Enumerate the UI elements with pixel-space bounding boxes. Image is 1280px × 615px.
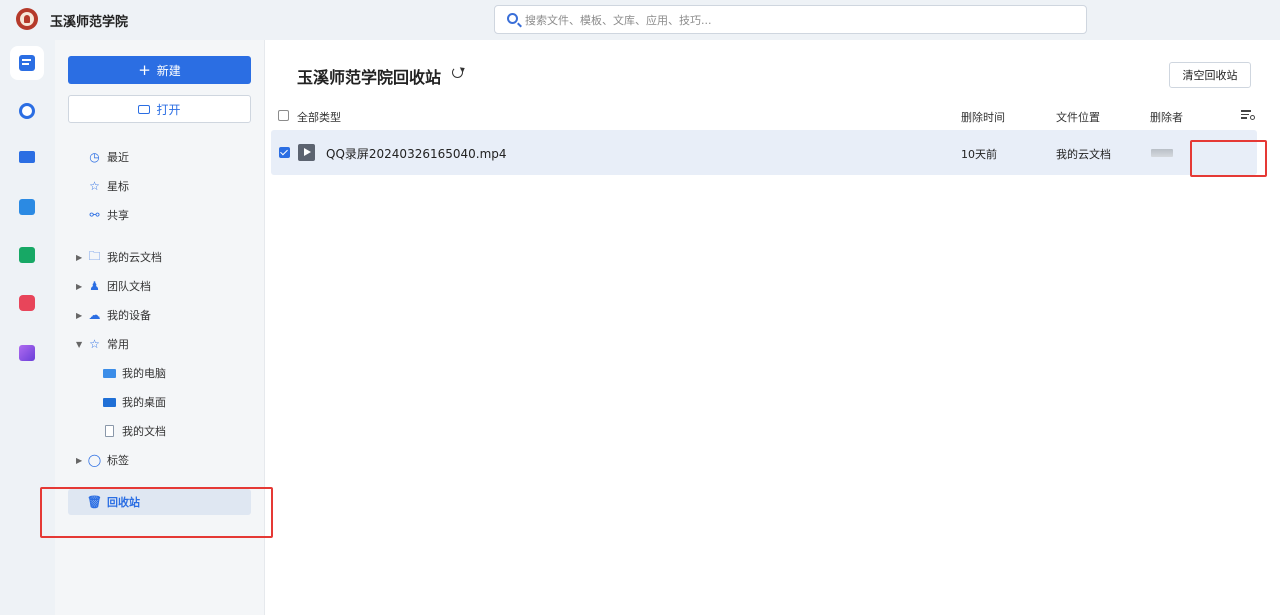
column-deleted-time[interactable]: 删除时间 [961,109,1005,125]
star-icon: ☆ [89,179,100,193]
search-box[interactable] [494,5,1087,34]
sidebar-item-label: 标签 [107,454,129,467]
sidebar-item-label: 我的电脑 [122,367,166,380]
file-name[interactable]: QQ录屏20240326165040.mp4 [326,145,507,162]
share-icon: ⚯ [89,208,100,222]
sidebar-item-my-devices[interactable]: ▶ ☁ 我的设备 [68,302,251,328]
new-button-label: 新建 [156,63,181,78]
deleter-avatar [1151,149,1173,157]
expand-arrow-icon[interactable]: ▶ [76,282,88,291]
apps-icon [19,345,35,361]
calendar-icon [19,199,35,215]
cloud-device-icon: ☁ [88,308,101,322]
rail-recent[interactable] [10,94,44,128]
sidebar-item-team-docs[interactable]: ▶ ♟ 团队文档 [68,273,251,299]
rail-meeting[interactable] [10,140,44,174]
app-title: 玉溪师范学院 [50,15,129,30]
folder-icon: 🗀 [88,248,101,263]
highlight-box-row-actions [1190,140,1267,177]
school-logo-icon [16,8,38,30]
sidebar-item-label: 我的文档 [122,425,166,438]
page-title: 玉溪师范学院回收站 [297,68,442,87]
column-settings-icon[interactable] [1241,110,1255,120]
rail-pdf[interactable] [10,286,44,320]
collapse-arrow-icon[interactable]: ▼ [76,340,88,349]
video-meeting-icon [19,151,35,163]
document-icon [103,425,116,438]
row-checkbox[interactable] [279,147,290,158]
table-header: 全部类型 删除时间 文件位置 删除者 [273,104,1258,128]
file-location[interactable]: 我的云文档 [1056,146,1111,162]
refresh-icon[interactable] [452,67,463,78]
column-deleter[interactable]: 删除者 [1150,109,1183,125]
sidebar-item-label: 星标 [107,180,129,193]
plus-icon: + [138,60,151,79]
pin-icon: ☆ [89,337,100,351]
clock-icon [19,103,35,119]
table-row[interactable]: QQ录屏20240326165040.mp4 10天前 我的云文档 [271,130,1257,175]
sidebar-item-label: 共享 [107,209,129,222]
open-button-label: 打开 [156,102,181,117]
new-button[interactable]: + 新建 [68,56,251,84]
search-input[interactable] [525,11,1065,29]
select-all-checkbox[interactable] [278,110,289,121]
sidebar-item-recent[interactable]: ◷ 最近 [68,144,251,170]
column-location[interactable]: 文件位置 [1056,109,1100,125]
empty-trash-button[interactable]: 清空回收站 [1169,62,1251,88]
sidebar-item-my-cloud-docs[interactable]: ▶ 🗀 我的云文档 [68,244,251,270]
sidebar-item-starred[interactable]: ☆ 星标 [68,173,251,199]
pdf-icon [19,295,35,311]
highlight-box-trash [40,487,273,538]
sidebar-item-shared[interactable]: ⚯ 共享 [68,202,251,228]
rail-calendar[interactable] [10,190,44,224]
tag-icon: ◯ [87,453,102,467]
expand-arrow-icon[interactable]: ▶ [76,456,88,465]
rail-documents[interactable] [10,46,44,80]
folder-open-icon [138,104,151,114]
sidebar-item-label: 最近 [107,151,129,164]
sidebar-item-frequent[interactable]: ▼ ☆ 常用 [68,331,251,357]
sidebar-item-label: 我的云文档 [107,251,162,264]
sidebar-item-my-computer[interactable]: 我的电脑 [68,360,251,386]
rail-apps[interactable] [10,336,44,370]
sidebar-item-label: 我的设备 [107,309,151,322]
deleted-time: 10天前 [961,148,997,161]
sidebar-item-my-documents[interactable]: 我的文档 [68,418,251,444]
video-file-icon [298,144,315,161]
expand-arrow-icon[interactable]: ▶ [76,253,88,262]
document-icon [19,55,35,71]
expand-arrow-icon[interactable]: ▶ [76,311,88,320]
sidebar-item-tags[interactable]: ▶ ◯ 标签 [68,447,251,473]
clock-icon: ◷ [89,150,100,164]
rail-forms[interactable] [10,238,44,272]
sidebar-item-label: 我的桌面 [122,396,166,409]
form-icon [19,247,35,263]
open-button[interactable]: 打开 [68,95,251,123]
main-content: 玉溪师范学院回收站 清空回收站 全部类型 删除时间 文件位置 删除者 QQ录屏2… [265,40,1280,615]
sidebar-item-my-desktop[interactable]: 我的桌面 [68,389,251,415]
type-filter-dropdown[interactable]: 全部类型 [297,109,341,125]
sidebar-item-label: 团队文档 [107,280,151,293]
computer-icon [103,367,116,380]
search-icon [507,13,518,24]
desktop-icon [103,396,116,409]
sidebar-item-label: 常用 [107,338,129,351]
top-bar: 玉溪师范学院 [0,0,1280,40]
team-icon: ♟ [89,279,100,293]
